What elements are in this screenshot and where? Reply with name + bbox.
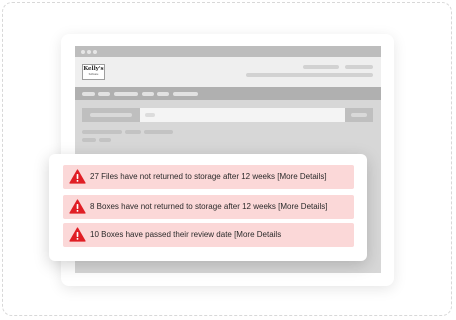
- warning-triangle-icon: [69, 199, 86, 214]
- logo-name: Kelly's: [83, 66, 104, 72]
- logo-tagline: Software: [88, 73, 99, 76]
- window-dot[interactable]: [87, 50, 91, 54]
- warning-triangle-icon: [69, 169, 86, 184]
- button-label-placeholder: [351, 113, 367, 117]
- nav-item-placeholder[interactable]: [142, 92, 154, 96]
- alert-message: 8 Boxes have not returned to storage aft…: [90, 202, 328, 211]
- content-line-placeholder: [99, 138, 111, 142]
- content-line-placeholder: [125, 130, 141, 134]
- nav-item-placeholder[interactable]: [173, 92, 198, 96]
- nav-item-placeholder[interactable]: [98, 92, 110, 96]
- app-header: Kelly's Software: [75, 57, 381, 87]
- alert-item[interactable]: 10 Boxes have passed their review date […: [63, 223, 354, 247]
- search-button[interactable]: [345, 108, 373, 122]
- warning-triangle-icon: [69, 227, 86, 242]
- button-label-placeholder: [90, 113, 132, 117]
- nav-item-placeholder[interactable]: [114, 92, 138, 96]
- search-filter-button[interactable]: [82, 108, 140, 122]
- alert-item[interactable]: 27 Files have not returned to storage af…: [63, 165, 354, 189]
- search-row: [75, 108, 381, 124]
- alert-message: 10 Boxes have passed their review date […: [90, 230, 282, 239]
- content-line-placeholder: [144, 130, 173, 134]
- header-link-placeholder[interactable]: [345, 65, 373, 69]
- alerts-panel: 27 Files have not returned to storage af…: [49, 154, 367, 261]
- nav-bar: [75, 87, 381, 100]
- input-placeholder: [145, 113, 155, 117]
- search-input[interactable]: [140, 108, 345, 122]
- content-line-placeholder: [82, 138, 96, 142]
- nav-item-placeholder[interactable]: [157, 92, 169, 96]
- header-link-placeholder[interactable]: [303, 65, 339, 69]
- window-dot[interactable]: [93, 50, 97, 54]
- window-titlebar: [75, 46, 381, 57]
- content-line-placeholder: [82, 130, 122, 134]
- alert-message: 27 Files have not returned to storage af…: [90, 172, 327, 181]
- header-info-placeholder: [246, 73, 373, 77]
- alert-item[interactable]: 8 Boxes have not returned to storage aft…: [63, 195, 354, 219]
- window-dot[interactable]: [81, 50, 85, 54]
- nav-item-placeholder[interactable]: [82, 92, 95, 96]
- brand-logo[interactable]: Kelly's Software: [82, 64, 105, 80]
